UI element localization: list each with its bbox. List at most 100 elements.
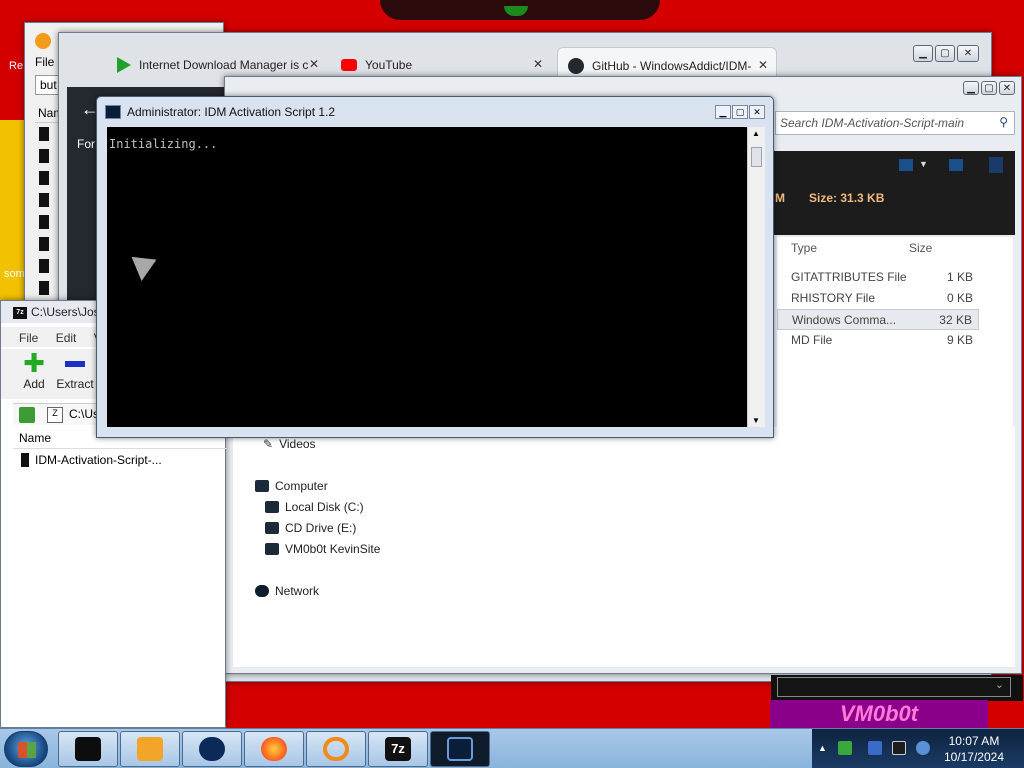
menu-edit[interactable]: Edit (56, 331, 77, 345)
desktop-icon-label[interactable]: Re (9, 60, 23, 72)
network-tray-icon[interactable] (838, 741, 852, 755)
file-row[interactable]: GITATTRIBUTES File 1 KB (777, 267, 979, 288)
start-button[interactable] (4, 731, 48, 767)
nav-label: VM0b0t KevinSite (285, 542, 381, 556)
wallpaper-dot (504, 6, 528, 16)
monitor-tray-icon[interactable] (892, 741, 906, 755)
window-title: C:\Users\Jos (31, 305, 100, 319)
idm-app-icon (35, 33, 51, 49)
taskbar-7zip[interactable]: 7z (368, 731, 428, 767)
security-tray-icon[interactable] (868, 741, 882, 755)
scroll-down-icon[interactable]: ▼ (752, 416, 760, 425)
page-text: For (77, 137, 95, 151)
network-drive-icon (265, 543, 279, 555)
file-icon (39, 193, 49, 207)
taskbar-media-player[interactable] (120, 731, 180, 767)
tab-close-icon[interactable]: ✕ (758, 58, 768, 72)
minimize-button[interactable]: ▁ (715, 105, 731, 119)
taskbar-cmd[interactable] (430, 731, 490, 767)
file-icon (21, 453, 29, 467)
nav-cd-drive[interactable]: CD Drive (E:) (265, 521, 356, 535)
close-button[interactable]: ✕ (957, 45, 979, 62)
cmd-window-controls: ▁ ▢ ✕ (715, 105, 765, 119)
explorer-search-input[interactable]: Search IDM-Activation-Script-main ⚲ (775, 111, 1015, 135)
desktop-icon-label-2[interactable]: som (4, 268, 25, 280)
chevron-down-icon[interactable]: ▼ (919, 159, 928, 169)
media-player-icon (137, 737, 163, 761)
explorer-bottom-bar: ⌄ (771, 675, 1023, 701)
search-placeholder: Search IDM-Activation-Script-main (780, 116, 965, 130)
volume-tray-icon[interactable] (916, 741, 930, 755)
column-type[interactable]: Type (791, 241, 817, 255)
file-row-selected[interactable]: Windows Comma... 32 KB (777, 309, 979, 330)
console-icon (447, 737, 473, 761)
console-output[interactable]: Initializing... (107, 127, 747, 427)
view-icon[interactable] (899, 159, 913, 171)
taskbar-terminal[interactable] (58, 731, 118, 767)
details-name-fragment: M (775, 191, 785, 205)
file-icon (39, 149, 49, 163)
nav-videos[interactable]: ✎ Videos (263, 437, 316, 451)
file-icon (39, 237, 49, 251)
scroll-up-icon[interactable]: ▲ (752, 129, 760, 138)
taskbar-search-app[interactable] (306, 731, 366, 767)
file-size: 9 KB (946, 333, 973, 347)
folder-up-icon[interactable] (19, 407, 35, 423)
file-name: IDM-Activation-Script-... (35, 453, 162, 467)
console-line: Initializing... (109, 137, 218, 151)
chevron-down-icon[interactable]: ⌄ (777, 677, 1011, 697)
idm-play-icon (117, 57, 131, 73)
menu-file[interactable]: File (19, 331, 38, 345)
file-row[interactable]: MD File 9 KB (777, 330, 979, 351)
close-button[interactable]: ✕ (999, 81, 1015, 95)
taskbar-firefox[interactable] (244, 731, 304, 767)
file-row[interactable]: RHISTORY File 0 KB (777, 288, 979, 309)
column-size[interactable]: Size (909, 241, 932, 255)
clock[interactable]: 10:07 AM 10/17/2024 (944, 733, 1004, 765)
globe-icon (199, 737, 225, 761)
nav-network[interactable]: Network (255, 584, 319, 598)
file-size: 1 KB (946, 270, 973, 284)
minimize-button[interactable]: ▁ (963, 81, 979, 95)
network-icon (255, 585, 269, 597)
search-icon[interactable]: ⚲ (999, 115, 1008, 129)
tray-expand-icon[interactable]: ▲ (818, 743, 832, 757)
computer-icon (255, 480, 269, 492)
magnifier-icon (323, 737, 349, 761)
nav-label: Network (275, 584, 320, 598)
extract-button[interactable]: Extract (55, 349, 95, 391)
help-icon[interactable] (989, 157, 1003, 173)
file-type: Windows Comma... (792, 313, 897, 327)
idm-menu-file[interactable]: File (35, 55, 54, 69)
video-icon: ✎ (263, 437, 274, 451)
cd-drive-icon (265, 522, 279, 534)
maximize-button[interactable]: ▢ (732, 105, 748, 119)
console-scrollbar[interactable]: ▲ ▼ (747, 127, 765, 427)
tool-label: Extract (56, 377, 94, 391)
taskbar-app[interactable] (182, 731, 242, 767)
maximize-button[interactable]: ▢ (981, 81, 997, 95)
sevenzip-icon: 7z (385, 737, 411, 761)
preview-pane-icon[interactable] (949, 159, 963, 171)
cmd-titlebar[interactable]: Administrator: IDM Activation Script 1.2 (105, 105, 335, 119)
nav-network-share[interactable]: VM0b0t KevinSite (265, 542, 380, 556)
plus-icon: ✚ (23, 348, 45, 378)
desktop-banner: VM0b0t (770, 700, 988, 728)
nav-computer[interactable]: Computer (255, 479, 328, 493)
file-size: 32 KB (939, 313, 972, 327)
tab-close-icon[interactable]: ✕ (533, 57, 543, 71)
nav-label: CD Drive (E:) (285, 521, 357, 535)
minimize-button[interactable]: ▁ (913, 45, 933, 62)
tab-close-icon[interactable]: ✕ (309, 57, 319, 71)
clock-time: 10:07 AM (948, 734, 1000, 748)
column-name: Name (19, 431, 52, 445)
close-button[interactable]: ✕ (749, 105, 765, 119)
maximize-button[interactable]: ▢ (935, 45, 955, 62)
file-icon (39, 171, 49, 185)
nav-local-disk[interactable]: Local Disk (C:) (265, 500, 364, 514)
sevenzip-app-icon: 7z (13, 307, 27, 319)
scroll-thumb[interactable] (751, 147, 762, 167)
add-button[interactable]: ✚ Add (19, 349, 49, 391)
command-prompt-window[interactable]: Administrator: IDM Activation Script 1.2… (96, 96, 774, 438)
list-item[interactable]: IDM-Activation-Script-... (21, 453, 162, 467)
